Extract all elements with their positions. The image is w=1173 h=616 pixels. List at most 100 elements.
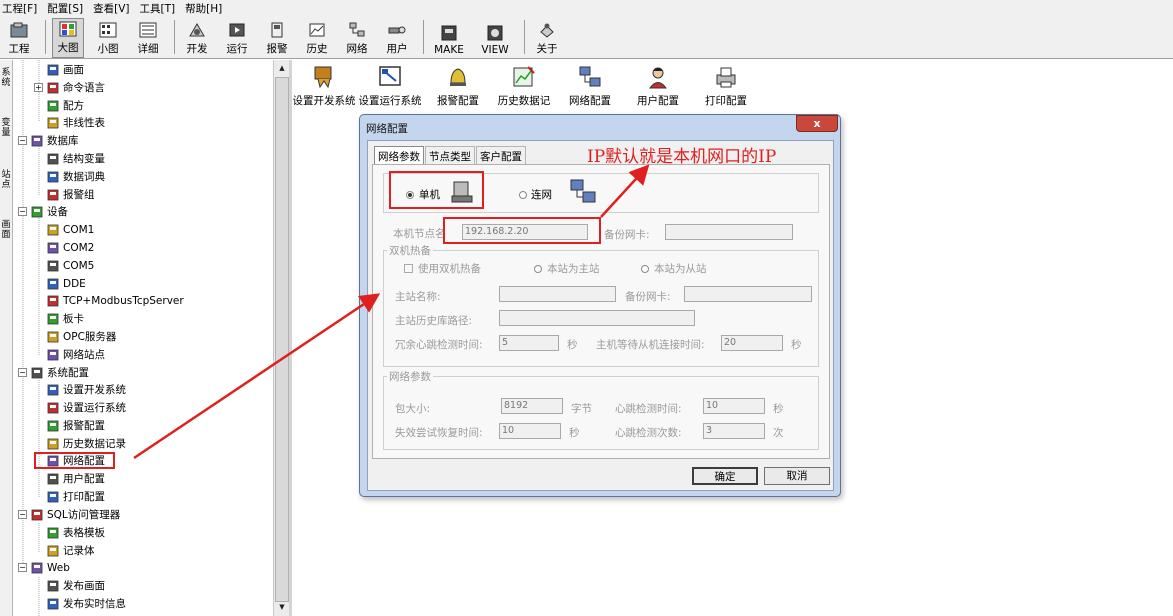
tree-item[interactable]: 发布画面 (47, 577, 105, 594)
network-radio[interactable] (519, 191, 527, 199)
tree-item[interactable]: DDE (47, 275, 86, 292)
primary-name-input[interactable] (499, 286, 616, 302)
tree-item[interactable]: 用户配置 (47, 470, 105, 487)
tree-item[interactable]: 板卡 (47, 310, 84, 327)
menu-tools[interactable]: 工具[T] (139, 1, 175, 16)
scroll-down-icon[interactable]: ▼ (275, 600, 289, 614)
toolbar-network-button[interactable]: 网络 (341, 18, 373, 58)
tree-expander-icon[interactable]: − (18, 207, 27, 216)
toolbar-view-button[interactable]: VIEW (476, 18, 514, 58)
tree-item[interactable]: 结构变量 (47, 150, 105, 167)
tree-item[interactable]: 打印配置 (47, 488, 105, 505)
tree-item[interactable]: 非线性表 (47, 114, 105, 131)
content-item-print-config[interactable]: 打印配置 (694, 65, 758, 108)
tree-item[interactable]: 配方 (47, 97, 84, 114)
content-item-run-settings[interactable]: 设置运行系统 (358, 65, 422, 108)
tab-network-params[interactable]: 网络参数 (374, 146, 424, 164)
tree-item[interactable]: 设置开发系统 (47, 381, 126, 398)
dialog-close-button[interactable]: x (796, 115, 838, 132)
tree-item[interactable]: Web (31, 559, 70, 576)
toolbar-details-button[interactable]: 详细 (132, 18, 164, 58)
tree-item-label: 记录体 (63, 545, 95, 557)
retry-time-input[interactable]: 10 (499, 423, 561, 439)
left-tab-variables[interactable]: 变量 (0, 118, 12, 138)
tree-item[interactable]: 记录体 (47, 542, 95, 559)
history-icon (309, 23, 325, 37)
tree-item[interactable]: COM5 (47, 257, 94, 274)
tree-item[interactable]: 设备 (31, 203, 68, 220)
tree-item[interactable]: TCP+ModbusTcpServer (47, 292, 184, 309)
tree-item[interactable]: 网络配置 (34, 452, 115, 469)
toolbar-project-button[interactable]: 工程 (3, 18, 35, 58)
content-item-dev-settings[interactable]: 设置开发系统 (292, 65, 356, 108)
secondary-radio[interactable] (641, 265, 649, 273)
recipe-icon (47, 100, 59, 111)
tree-item[interactable]: 表格模板 (47, 524, 105, 541)
content-item-history-record[interactable]: 历史数据记 (492, 65, 556, 108)
ok-button[interactable]: 确定 (692, 467, 758, 485)
packet-size-input[interactable]: 8192 (501, 398, 563, 414)
tree-item[interactable]: 历史数据记录 (47, 435, 126, 452)
tree-item[interactable]: 发布实时信息 (47, 595, 126, 612)
left-tab-system[interactable]: 系统 (0, 68, 12, 88)
use-hot-standby-label: 使用双机热备 (418, 263, 481, 275)
tree-item[interactable]: 数据库 (31, 132, 79, 149)
use-hot-standby-checkbox[interactable] (404, 264, 413, 273)
toolbar-run-button[interactable]: 运行 (221, 18, 253, 58)
toolbar-small-icons-button[interactable]: 小图 (92, 18, 124, 58)
tree-item[interactable]: 命令语言 (47, 79, 105, 96)
wait-unit: 秒 (791, 339, 802, 351)
view-icon (487, 25, 503, 41)
tree-scrollbar[interactable]: ▲ ▼ (273, 60, 289, 616)
left-tab-sites[interactable]: 站点 (0, 170, 12, 190)
content-item-network-config[interactable]: 网络配置 (558, 65, 622, 108)
toolbar-alarm-button[interactable]: 报警 (261, 18, 293, 58)
tree-expander-icon[interactable]: − (18, 510, 27, 519)
tree-item[interactable]: 网络站点 (47, 346, 105, 363)
tab-client-config[interactable]: 客户配置 (476, 146, 526, 164)
tree-item[interactable]: COM1 (47, 221, 94, 238)
history-path-input[interactable] (499, 310, 695, 326)
menu-view[interactable]: 查看[V] (93, 1, 129, 16)
primary-radio[interactable] (534, 265, 542, 273)
hb-count-input[interactable]: 3 (703, 423, 765, 439)
content-item-user-config[interactable]: 用户配置 (626, 65, 690, 108)
content-item-alarm-config[interactable]: 报警配置 (426, 65, 490, 108)
heartbeat-input[interactable]: 5 (499, 335, 559, 351)
scroll-thumb[interactable] (275, 77, 289, 602)
tree-item[interactable]: SQL访问管理器 (31, 506, 120, 523)
tree-item[interactable]: 报警配置 (47, 417, 105, 434)
run-settings-icon (47, 402, 59, 413)
scroll-up-icon[interactable]: ▲ (275, 61, 289, 75)
left-tab-screens[interactable]: 画面 (0, 220, 12, 240)
menu-help[interactable]: 帮助[H] (185, 1, 222, 16)
cancel-button[interactable]: 取消 (764, 467, 830, 485)
tree-expander-icon[interactable]: − (18, 136, 27, 145)
small-icons-icon (99, 22, 117, 38)
hs-backup-nic-input[interactable] (684, 286, 812, 302)
tree-item[interactable]: 系统配置 (31, 364, 89, 381)
toolbar-develop-button[interactable]: 开发 (181, 18, 213, 58)
tree-expander-icon[interactable]: + (34, 83, 43, 92)
tree-item-label: 系统配置 (47, 367, 89, 379)
menu-config[interactable]: 配置[S] (47, 1, 83, 16)
tree-item[interactable]: OPC服务器 (47, 328, 116, 345)
wait-input[interactable]: 20 (721, 335, 783, 351)
toolbar-about-button[interactable]: 关于 (531, 18, 563, 58)
tree-item[interactable]: 报警组 (47, 186, 95, 203)
toolbar-user-button[interactable]: 用户 (381, 18, 413, 58)
tab-node-type[interactable]: 节点类型 (425, 146, 475, 164)
toolbar-history-button[interactable]: 历史 (301, 18, 333, 58)
toolbar-make-button[interactable]: MAKE (430, 18, 468, 58)
tree-item[interactable]: 画面 (47, 61, 84, 78)
device-icon (31, 206, 43, 217)
toolbar-large-icons-button[interactable]: 大图 (52, 18, 84, 58)
tree-item[interactable]: 设置运行系统 (47, 399, 126, 416)
tree-item[interactable]: 数据词典 (47, 168, 105, 185)
hb-time-input[interactable]: 10 (703, 398, 765, 414)
tree-expander-icon[interactable]: − (18, 368, 27, 377)
tree-expander-icon[interactable]: − (18, 563, 27, 572)
tree-item[interactable]: COM2 (47, 239, 94, 256)
backup-nic-input[interactable] (665, 224, 793, 240)
menu-project[interactable]: 工程[F] (2, 1, 37, 16)
